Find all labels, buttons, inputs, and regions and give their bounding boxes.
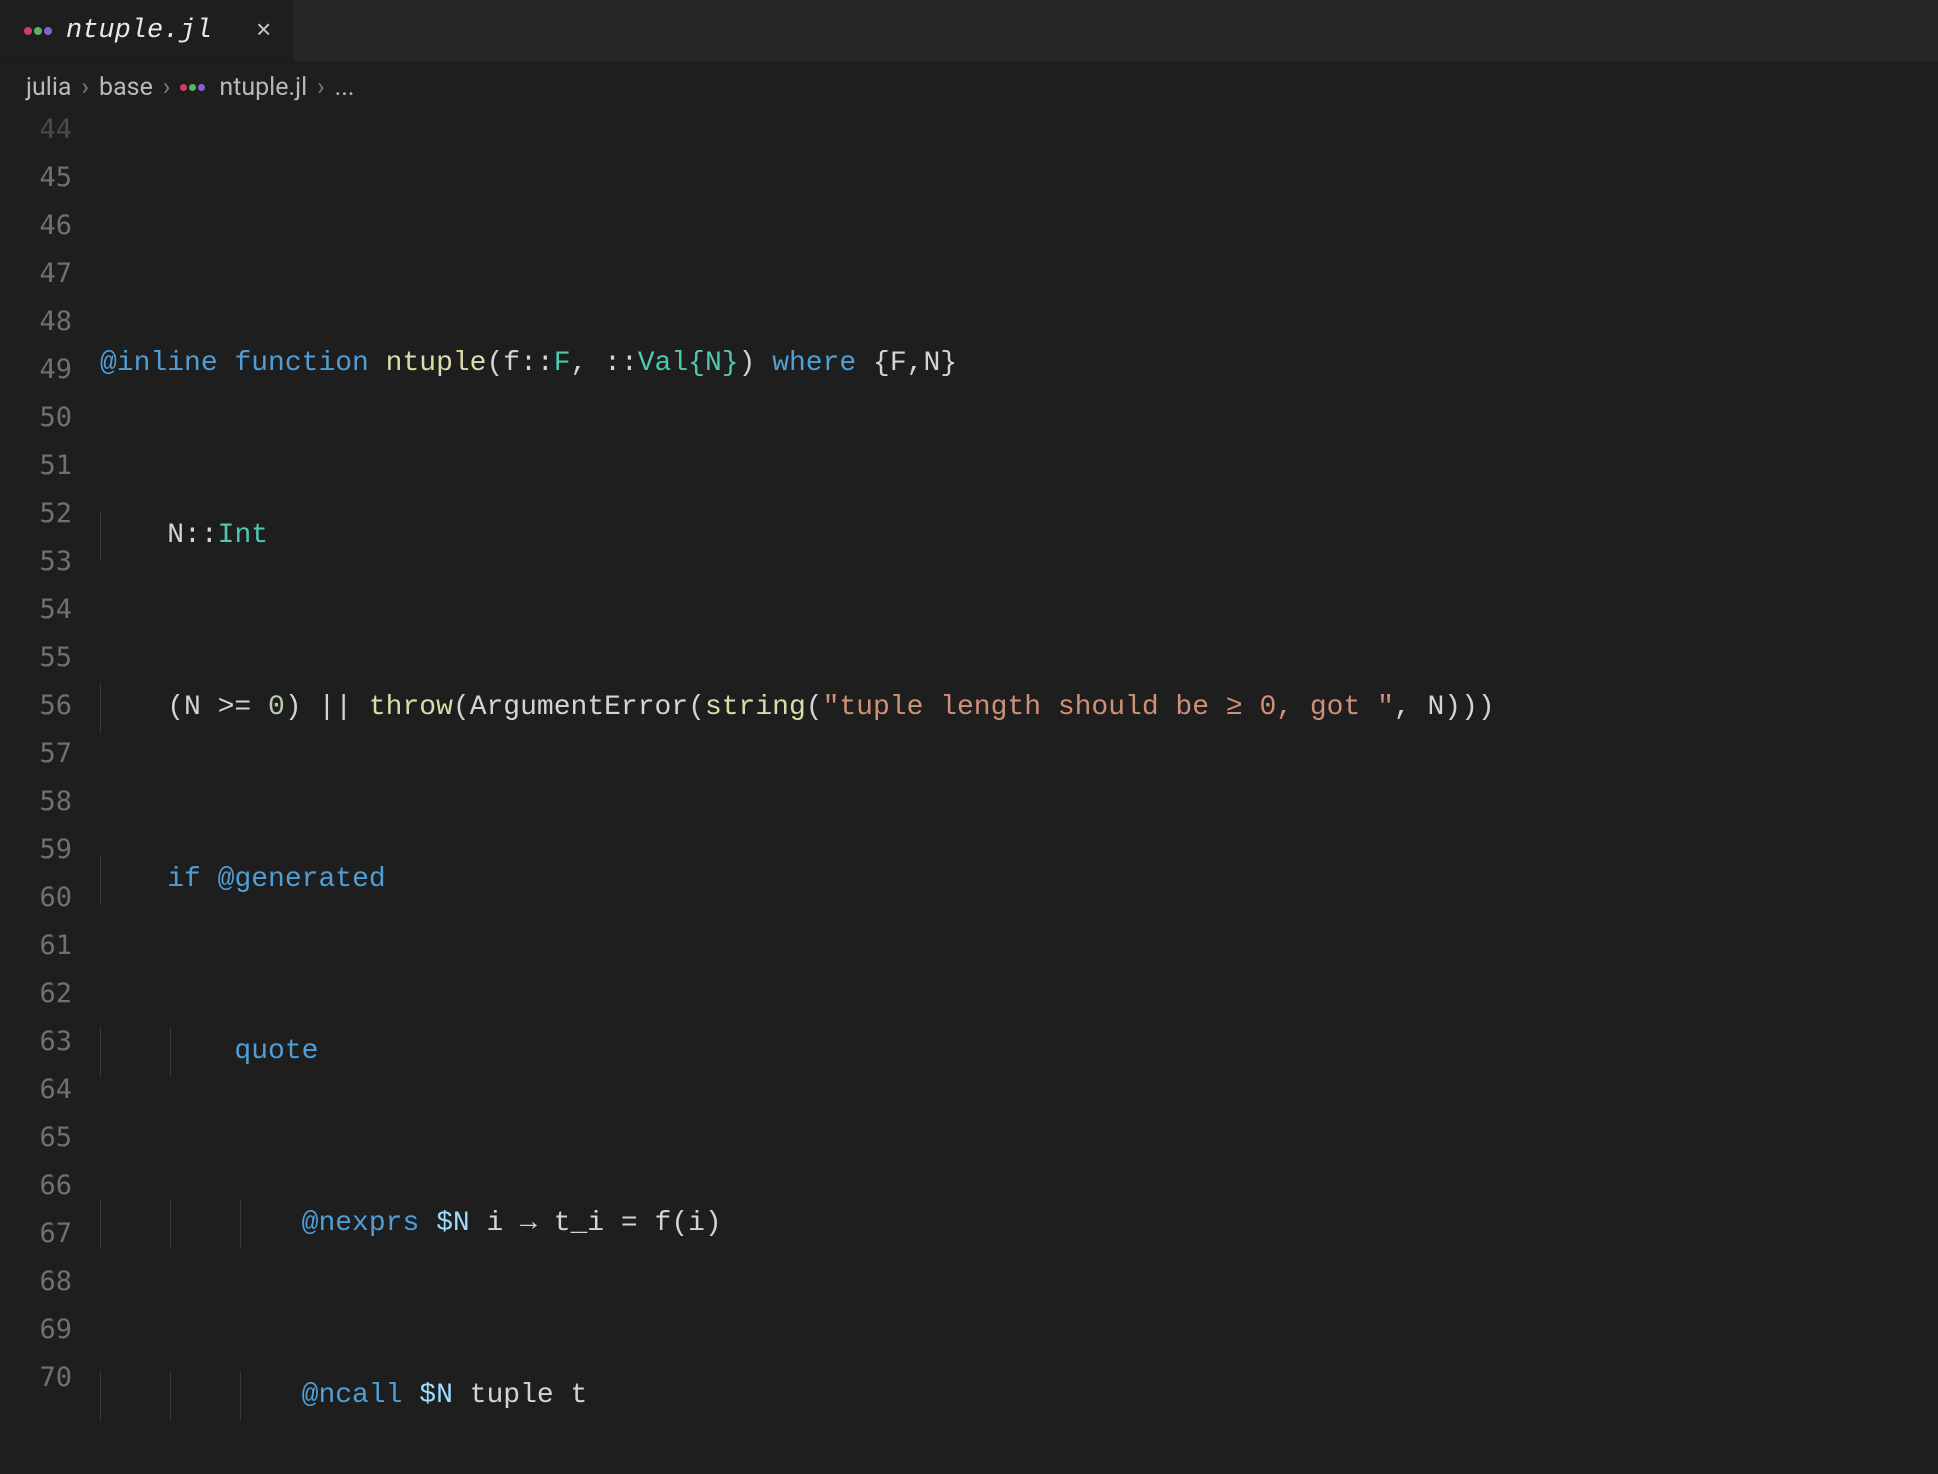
line-number: 58 [0,778,100,826]
code-area[interactable]: @inline function ntuple(f::F, ::Val{N}) … [100,114,1938,1474]
line-number: 53 [0,538,100,586]
code-line: quote [100,1028,1938,1076]
code-line: if @generated [100,856,1938,904]
tab-ntuple[interactable]: ntuple.jl × [0,0,294,62]
line-number: 60 [0,874,100,922]
crumb-base[interactable]: base [99,73,153,102]
crumb-file[interactable]: ntuple.jl [219,73,307,102]
code-line: N::Int [100,512,1938,560]
line-number: 59 [0,826,100,874]
line-number: 47 [0,250,100,298]
line-number-gutter: 44 45 46 47 48 49 50 51 52 53 54 55 56 5… [0,114,100,1474]
line-number: 44 [0,114,100,148]
line-number: 68 [0,1258,100,1306]
code-editor[interactable]: 44 45 46 47 48 49 50 51 52 53 54 55 56 5… [0,114,1938,1474]
line-number: 56 [0,682,100,730]
line-number: 70 [0,1354,100,1402]
line-number: 49 [0,346,100,394]
julia-file-icon [180,84,205,91]
line-number: 61 [0,922,100,970]
chevron-right-icon: › [82,73,90,102]
breadcrumb: julia › base › ntuple.jl › ... [0,63,1938,114]
line-number: 46 [0,202,100,250]
code-line: @nexprs $N i → t_i = f(i) [100,1200,1938,1248]
line-number: 69 [0,1306,100,1354]
tab-bar: ntuple.jl × [0,0,1938,63]
chevron-right-icon: › [317,73,325,102]
code-line: (N >= 0) || throw(ArgumentError(string("… [100,684,1938,732]
tab-filename: ntuple.jl [66,16,212,46]
line-number: 57 [0,730,100,778]
line-number: 65 [0,1114,100,1162]
line-number: 62 [0,970,100,1018]
line-number: 54 [0,586,100,634]
crumb-julia[interactable]: julia [26,73,72,102]
chevron-right-icon: › [163,73,171,102]
editor-root: ntuple.jl × julia › base › ntuple.jl › .… [0,0,1938,1474]
close-icon[interactable]: × [256,18,272,44]
line-number: 48 [0,298,100,346]
line-number: 63 [0,1018,100,1066]
julia-file-icon [24,27,52,35]
crumb-more[interactable]: ... [335,73,355,102]
line-number: 67 [0,1210,100,1258]
line-number: 64 [0,1066,100,1114]
line-number: 50 [0,394,100,442]
code-line: @inline function ntuple(f::F, ::Val{N}) … [100,340,1938,388]
line-number: 55 [0,634,100,682]
line-number: 52 [0,490,100,538]
code-line: @ncall $N tuple t [100,1372,1938,1420]
line-number: 51 [0,442,100,490]
line-number: 66 [0,1162,100,1210]
line-number: 45 [0,154,100,202]
